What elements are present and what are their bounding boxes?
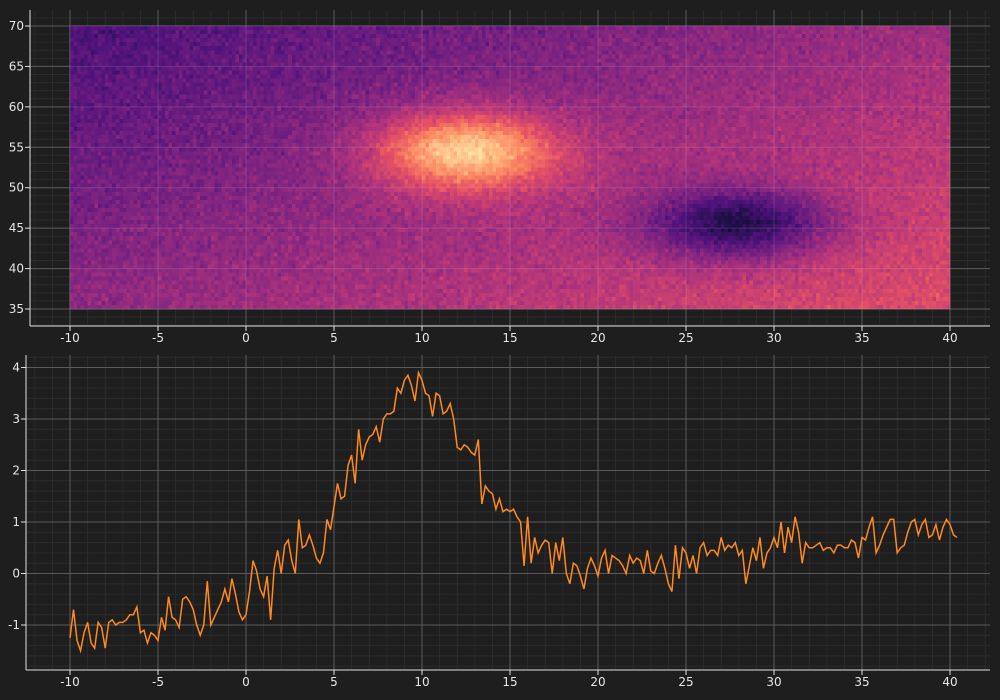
y-tick-label: 65 — [9, 59, 24, 73]
y-tick-label: 4 — [12, 361, 20, 375]
x-tick-label: 10 — [414, 331, 429, 345]
y-tick-label: 40 — [9, 262, 24, 276]
y-tick-label: 2 — [12, 464, 20, 478]
x-tick-label: -10 — [60, 675, 80, 689]
x-tick-label: 15 — [502, 675, 517, 689]
x-tick-label: 20 — [590, 331, 605, 345]
x-tick-label: 25 — [678, 675, 693, 689]
y-tick-label: 3 — [12, 412, 20, 426]
y-tick-label: -1 — [8, 618, 20, 632]
x-tick-label: 40 — [942, 675, 957, 689]
x-tick-label: 20 — [590, 675, 605, 689]
x-tick-label: 0 — [242, 675, 250, 689]
x-tick-label: 5 — [330, 331, 338, 345]
x-tick-label: -5 — [152, 331, 164, 345]
heatmap-panel: -10 -5 0 5 10 15 20 25 30 35 40 35 40 45 50 55 60 65 70 — [9, 10, 990, 345]
x-tick-label: 30 — [766, 675, 781, 689]
figure: -10 -5 0 5 10 15 20 25 30 35 40 35 40 45 50 55 60 65 70 -1… — [0, 0, 1000, 700]
x-tick-label: 30 — [766, 331, 781, 345]
x-tick-label: 40 — [942, 331, 957, 345]
x-tick-label: 15 — [502, 331, 517, 345]
x-tick-label: 35 — [854, 675, 869, 689]
chart-svg: -10 -5 0 5 10 15 20 25 30 35 403540455055606570 -1… — [0, 0, 1000, 700]
y-tick-label: 60 — [9, 100, 24, 114]
x-tick-label: 10 — [414, 675, 429, 689]
y-tick-label: 35 — [9, 302, 24, 316]
y-tick-label: 70 — [9, 19, 24, 33]
x-tick-label: 35 — [854, 331, 869, 345]
y-tick-label: 1 — [12, 515, 20, 529]
y-tick-label: 50 — [9, 181, 24, 195]
y-tick-label: 45 — [9, 221, 24, 235]
y-tick-label: 55 — [9, 140, 24, 154]
x-tick-label: 5 — [330, 675, 338, 689]
x-tick-label: 0 — [242, 331, 250, 345]
x-tick-label: -10 — [60, 331, 80, 345]
x-tick-label: 25 — [678, 331, 693, 345]
y-tick-label: 0 — [12, 567, 20, 581]
x-tick-label: -5 — [152, 675, 164, 689]
